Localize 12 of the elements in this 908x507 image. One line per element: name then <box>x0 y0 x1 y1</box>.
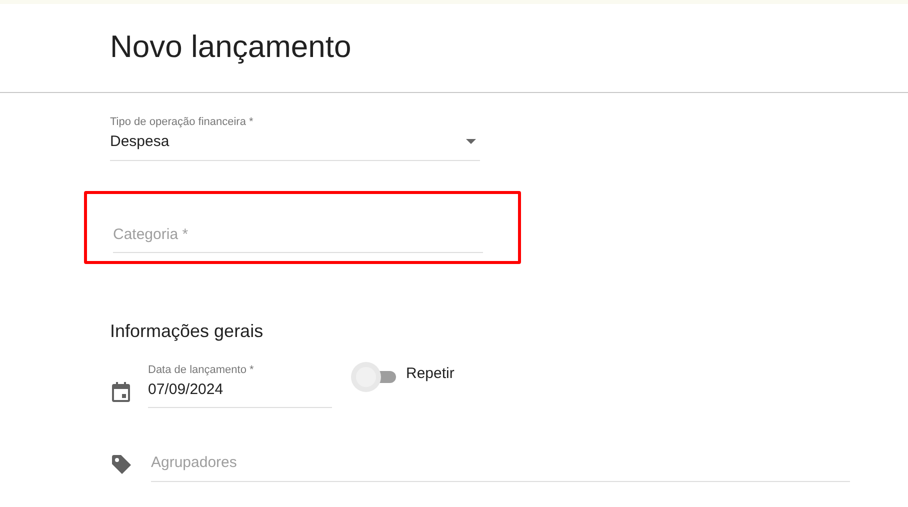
page-title: Novo lançamento <box>110 28 352 66</box>
calendar-icon <box>112 382 130 402</box>
tag-icon <box>112 455 132 476</box>
select-field[interactable]: Despesa <box>110 129 480 160</box>
caret-icon <box>466 139 476 144</box>
toggle-label: Repetir <box>406 364 454 384</box>
date-field[interactable]: 07/09/2024 <box>148 376 332 408</box>
field-label: Tipo de operação financeira * <box>110 115 254 129</box>
input-field[interactable]: Categoria * <box>113 222 483 253</box>
field-label: Data de lançamento * <box>148 362 255 377</box>
section-title: Informações gerais <box>110 321 264 343</box>
input-field[interactable]: Agrupadores <box>151 450 850 482</box>
